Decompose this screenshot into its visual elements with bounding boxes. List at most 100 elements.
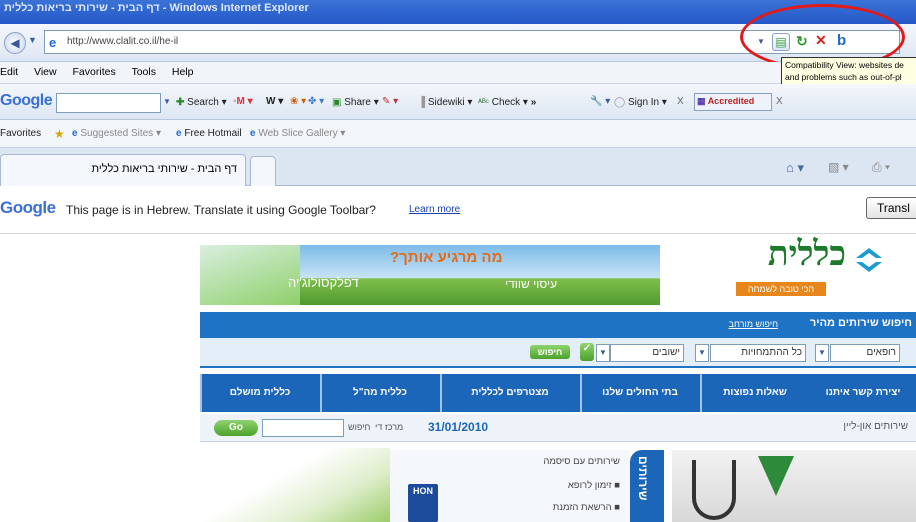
sign-in-button[interactable]: ◯ Sign In ▾ [614, 97, 667, 108]
menu-edit[interactable]: Edit [0, 66, 18, 78]
go-button[interactable]: Go [214, 420, 258, 436]
translate-button[interactable]: Transl [866, 197, 916, 219]
nav-faq[interactable]: שאלות נפוצות [700, 374, 808, 412]
suggested-sites-link[interactable]: e Suggested Sites ▾ [72, 128, 161, 139]
recent-pages-chevron-icon[interactable]: ▼ [28, 35, 37, 45]
suggested-sites-icon: e [72, 128, 78, 139]
sidewiki-icon: ▐ [418, 97, 426, 108]
gmail-icon[interactable]: ◦M ▾ [233, 96, 253, 107]
hon-badge-label: HON [413, 486, 433, 496]
site-nav: יצירת קשר איתנו שאלות נפוצות בתי החולים … [200, 374, 916, 412]
nav-clalit-mahal[interactable]: כללית מה"ל [320, 374, 438, 412]
banner-swedish-massage: עיסוי שוודי [505, 277, 558, 291]
promo-tile[interactable] [200, 448, 390, 522]
nav-clalit-mushlam[interactable]: כללית מושלם [200, 374, 318, 412]
banner-heading: מה מרגיע אותך? [390, 249, 503, 266]
tooltip-line-1: Compatibility View: websites de [785, 60, 904, 70]
share-button[interactable]: ▣ Share ▾ [332, 97, 379, 108]
share-icon: ▣ [332, 97, 342, 108]
google-search-dropdown-icon[interactable]: ▼ [163, 97, 171, 106]
suggested-sites-label: Suggested Sites ▾ [80, 128, 161, 139]
services-vertical-label: שירותים [636, 456, 650, 501]
clalit-logo[interactable]: כללית הכי טובה לשמחה [708, 236, 884, 304]
online-services-label[interactable]: שירותים און-ליין [843, 421, 908, 432]
check-label: Check [491, 97, 521, 108]
city-select-chevron-icon[interactable]: ▼ [596, 344, 610, 362]
type-select-value: רופאים [866, 347, 897, 358]
sign-in-icon: ◯ [614, 97, 626, 108]
compatibility-tooltip: Compatibility View: websites de and prob… [781, 57, 916, 85]
google-search-input[interactable] [56, 93, 161, 113]
services-item-label: הרשאת הזמנת [552, 502, 612, 513]
services-item[interactable]: ■ הרשאת הזמנת [553, 502, 620, 513]
wikipedia-icon[interactable]: W ▾ [266, 96, 283, 107]
type-select-chevron-icon[interactable]: ▼ [815, 344, 829, 362]
add-favorites-star-icon[interactable]: ★ [54, 127, 65, 141]
logo-text: כללית [767, 236, 846, 273]
new-tab-button[interactable] [250, 156, 276, 186]
specialty-select-chevron-icon[interactable]: ▼ [695, 344, 709, 362]
menu-help[interactable]: Help [172, 66, 194, 78]
nav-join-clalit[interactable]: מצטרפים לכללית [440, 374, 578, 412]
services-vertical-tab[interactable]: שירותים [630, 450, 664, 522]
date-search-bar: שירותים און-ליין 31/01/2010 מרכז די חיפו… [200, 414, 916, 442]
back-button[interactable]: ◀ [4, 32, 26, 54]
web-slice-gallery-label: Web Slice Gallery ▾ [258, 128, 346, 139]
accredited-badge[interactable]: ▦ Accredited [694, 93, 772, 111]
sidewiki-bookmark-icon[interactable]: ✎ ▾ [382, 96, 398, 107]
learn-more-link[interactable]: Learn more [409, 204, 460, 215]
accredited-close-icon[interactable]: X [776, 96, 783, 107]
ie-window: { "window": {"title": "דף הבית - שירותי … [0, 0, 916, 522]
wrench-icon[interactable]: 🔧 ▾ [590, 96, 610, 107]
web-slice-gallery-link[interactable]: e Web Slice Gallery ▾ [250, 128, 345, 139]
promo-banner[interactable]: מה מרגיע אותך? דפלקסולוג'יה עיסוי שוודי [200, 245, 660, 305]
spellcheck-icon: ᴬᴮᶜ [478, 97, 489, 107]
city-select-value: ישובים [652, 347, 680, 358]
tab-active[interactable]: דף הבית - שירותי בריאות כללית [0, 154, 246, 186]
toolbar-close-icon[interactable]: X [677, 96, 684, 107]
translate-icon[interactable]: ✤ ▾ [308, 96, 324, 107]
more-chevron[interactable]: » [531, 97, 537, 108]
doctor-photo [672, 450, 916, 522]
free-hotmail-link[interactable]: e Free Hotmail [176, 128, 242, 139]
hotmail-icon: e [176, 128, 182, 139]
services-item[interactable]: ■ זימון לרופא [568, 480, 620, 491]
site-search-input[interactable] [262, 419, 344, 437]
print-icon[interactable]: ⎙ ▾ [872, 160, 890, 175]
advanced-search-link[interactable]: חיפוש מורחב [729, 319, 778, 329]
logo-slogan: הכי טובה לשמחה [736, 282, 826, 296]
google-toolbar-logo: Google [0, 92, 53, 109]
bookmarks-icon[interactable]: ❀ ▾ [290, 96, 306, 107]
feeds-icon[interactable]: ▧ ▾ [828, 160, 849, 174]
accredited-icon: ▦ [697, 96, 706, 106]
city-select[interactable]: ישובים [610, 344, 684, 362]
date-label: מרכז די [375, 422, 404, 432]
quick-search-button[interactable]: חיפוש [530, 345, 570, 359]
sidewiki-button[interactable]: ▐ Sidewiki ▾ [418, 97, 472, 108]
menu-tools[interactable]: Tools [131, 66, 156, 78]
specialty-select[interactable]: כל ההתמחויות [710, 344, 806, 362]
hon-badge[interactable]: HON [408, 484, 438, 522]
spellcheck-button[interactable]: ᴬᴮᶜ Check ▾ » [478, 97, 536, 108]
banner-flowers-left [200, 245, 300, 305]
page-icon: e [49, 35, 57, 50]
tab-title: דף הבית - שירותי בריאות כללית [91, 163, 237, 175]
address-input[interactable]: http://www.clalit.co.il/he-il [67, 36, 178, 47]
window-title: דף הבית - שירותי בריאות כללית - Windows … [4, 2, 309, 14]
google-search-button[interactable]: ✚ Search ▾ [176, 97, 227, 108]
share-label: Share [344, 97, 371, 108]
quick-search-title: חיפוש שירותים מהיר [809, 317, 912, 329]
services-box: HON שירותים עם סיסמה ■ זימון לרופא ■ הרש… [390, 450, 630, 522]
checkbox-icon[interactable]: ✓ [580, 343, 594, 361]
banner-reflexology: דפלקסולוג'יה [288, 275, 359, 290]
home-icon[interactable]: ⌂ ▾ [786, 160, 804, 176]
current-date: 31/01/2010 [428, 420, 489, 434]
menu-view[interactable]: View [34, 66, 57, 78]
nav-hospitals[interactable]: בתי החולים שלנו [580, 374, 698, 412]
logo-symbol-icon [854, 246, 884, 274]
nav-contact-us[interactable]: יצירת קשר איתנו [810, 374, 916, 412]
quick-search-header: חיפוש שירותים מהיר חיפוש מורחב [200, 312, 916, 338]
type-select[interactable]: רופאים [830, 344, 900, 362]
menu-favorites[interactable]: Favorites [73, 66, 116, 78]
favorites-label[interactable]: Favorites [0, 128, 41, 139]
